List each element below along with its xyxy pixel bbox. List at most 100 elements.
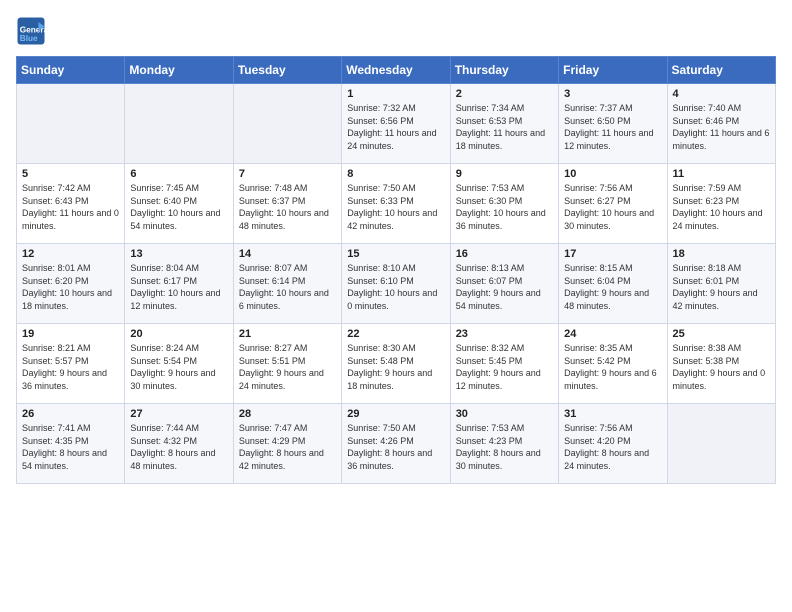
header-cell-wednesday: Wednesday	[342, 57, 450, 84]
day-cell: 12 Sunrise: 8:01 AMSunset: 6:20 PMDayligh…	[17, 244, 125, 324]
day-info: Sunrise: 8:01 AMSunset: 6:20 PMDaylight:…	[22, 262, 119, 312]
day-number: 7	[239, 168, 336, 180]
day-cell: 30Sunrise: 7:53 AMSunset: 4:23 PMDayligh…	[450, 404, 558, 484]
day-number: 5	[22, 168, 119, 180]
day-number: 13	[130, 248, 227, 260]
header-cell-monday: Monday	[125, 57, 233, 84]
day-number: 25	[673, 328, 770, 340]
day-info: Sunrise: 7:47 AMSunset: 4:29 PMDaylight:…	[239, 422, 336, 472]
day-cell: 18Sunrise: 8:18 AMSunset: 6:01 PMDayligh…	[667, 244, 775, 324]
day-number: 18	[673, 248, 770, 260]
day-cell: 5 Sunrise: 7:42 AMSunset: 6:43 PMDaylight…	[17, 164, 125, 244]
day-cell: 19Sunrise: 8:21 AMSunset: 5:57 PMDayligh…	[17, 324, 125, 404]
day-number: 22	[347, 328, 444, 340]
day-info: Sunrise: 7:53 AMSunset: 6:30 PMDaylight:…	[456, 182, 553, 232]
day-cell: 1 Sunrise: 7:32 AMSunset: 6:56 PMDaylight…	[342, 84, 450, 164]
day-cell: 10Sunrise: 7:56 AMSunset: 6:27 PMDayligh…	[559, 164, 667, 244]
svg-text:Blue: Blue	[20, 34, 38, 43]
day-number: 4	[673, 88, 770, 100]
day-cell: 3Sunrise: 7:37 AMSunset: 6:50 PMDaylight…	[559, 84, 667, 164]
day-number: 24	[564, 328, 661, 340]
day-number: 2	[456, 88, 553, 100]
day-cell: 2 Sunrise: 7:34 AMSunset: 6:53 PMDaylight…	[450, 84, 558, 164]
day-info: Sunrise: 7:59 AMSunset: 6:23 PMDaylight:…	[673, 182, 770, 232]
day-number: 29	[347, 408, 444, 420]
day-cell: 11Sunrise: 7:59 AMSunset: 6:23 PMDayligh…	[667, 164, 775, 244]
day-info: Sunrise: 7:41 AMSunset: 4:35 PMDaylight:…	[22, 422, 119, 472]
day-cell: 6 Sunrise: 7:45 AMSunset: 6:40 PMDaylight…	[125, 164, 233, 244]
day-cell: 17 Sunrise: 8:15 AMSunset: 6:04 PMDayligh…	[559, 244, 667, 324]
day-info: Sunrise: 7:34 AMSunset: 6:53 PMDaylight:…	[456, 102, 553, 152]
day-number: 19	[22, 328, 119, 340]
day-cell: 27 Sunrise: 7:44 AMSunset: 4:32 PMDayligh…	[125, 404, 233, 484]
day-cell: 24 Sunrise: 8:35 AMSunset: 5:42 PMDayligh…	[559, 324, 667, 404]
day-number: 27	[130, 408, 227, 420]
day-info: Sunrise: 8:35 AMSunset: 5:42 PMDaylight:…	[564, 342, 661, 392]
day-info: Sunrise: 7:45 AMSunset: 6:40 PMDaylight:…	[130, 182, 227, 232]
week-row-3: 19Sunrise: 8:21 AMSunset: 5:57 PMDayligh…	[17, 324, 776, 404]
day-number: 14	[239, 248, 336, 260]
day-number: 6	[130, 168, 227, 180]
day-number: 17	[564, 248, 661, 260]
day-number: 28	[239, 408, 336, 420]
week-row-1: 5 Sunrise: 7:42 AMSunset: 6:43 PMDaylight…	[17, 164, 776, 244]
calendar-table: SundayMondayTuesdayWednesdayThursdayFrid…	[16, 56, 776, 484]
day-info: Sunrise: 8:10 AMSunset: 6:10 PMDaylight:…	[347, 262, 444, 312]
day-info: Sunrise: 7:50 AMSunset: 6:33 PMDaylight:…	[347, 182, 444, 232]
day-number: 16	[456, 248, 553, 260]
day-cell	[667, 404, 775, 484]
day-info: Sunrise: 8:04 AMSunset: 6:17 PMDaylight:…	[130, 262, 227, 312]
day-info: Sunrise: 8:30 AMSunset: 5:48 PMDaylight:…	[347, 342, 444, 392]
day-info: Sunrise: 8:07 AMSunset: 6:14 PMDaylight:…	[239, 262, 336, 312]
day-cell: 23Sunrise: 8:32 AMSunset: 5:45 PMDayligh…	[450, 324, 558, 404]
page-container: General Blue SundayMondayTuesdayWednesda…	[0, 0, 792, 492]
day-cell: 31 Sunrise: 7:56 AMSunset: 4:20 PMDayligh…	[559, 404, 667, 484]
day-info: Sunrise: 7:48 AMSunset: 6:37 PMDaylight:…	[239, 182, 336, 232]
day-info: Sunrise: 7:32 AMSunset: 6:56 PMDaylight:…	[347, 102, 444, 152]
day-info: Sunrise: 8:13 AMSunset: 6:07 PMDaylight:…	[456, 262, 553, 312]
day-cell: 22 Sunrise: 8:30 AMSunset: 5:48 PMDayligh…	[342, 324, 450, 404]
day-number: 8	[347, 168, 444, 180]
day-cell: 14 Sunrise: 8:07 AMSunset: 6:14 PMDayligh…	[233, 244, 341, 324]
day-number: 12	[22, 248, 119, 260]
day-cell: 29Sunrise: 7:50 AMSunset: 4:26 PMDayligh…	[342, 404, 450, 484]
day-cell: 15 Sunrise: 8:10 AMSunset: 6:10 PMDayligh…	[342, 244, 450, 324]
day-info: Sunrise: 8:38 AMSunset: 5:38 PMDaylight:…	[673, 342, 770, 392]
day-number: 20	[130, 328, 227, 340]
calendar-body: 1 Sunrise: 7:32 AMSunset: 6:56 PMDaylight…	[17, 84, 776, 484]
header-cell-friday: Friday	[559, 57, 667, 84]
day-number: 21	[239, 328, 336, 340]
day-cell: 20 Sunrise: 8:24 AMSunset: 5:54 PMDayligh…	[125, 324, 233, 404]
header-cell-saturday: Saturday	[667, 57, 775, 84]
week-row-2: 12 Sunrise: 8:01 AMSunset: 6:20 PMDayligh…	[17, 244, 776, 324]
week-row-4: 26 Sunrise: 7:41 AMSunset: 4:35 PMDayligh…	[17, 404, 776, 484]
day-cell: 25 Sunrise: 8:38 AMSunset: 5:38 PMDayligh…	[667, 324, 775, 404]
day-info: Sunrise: 7:40 AMSunset: 6:46 PMDaylight:…	[673, 102, 770, 152]
day-cell: 9 Sunrise: 7:53 AMSunset: 6:30 PMDaylight…	[450, 164, 558, 244]
day-cell	[233, 84, 341, 164]
day-number: 23	[456, 328, 553, 340]
logo-icon: General Blue	[16, 16, 46, 46]
day-info: Sunrise: 8:15 AMSunset: 6:04 PMDaylight:…	[564, 262, 661, 312]
day-number: 1	[347, 88, 444, 100]
day-cell	[17, 84, 125, 164]
day-info: Sunrise: 8:27 AMSunset: 5:51 PMDaylight:…	[239, 342, 336, 392]
day-number: 9	[456, 168, 553, 180]
day-info: Sunrise: 7:56 AMSunset: 6:27 PMDaylight:…	[564, 182, 661, 232]
day-cell: 26 Sunrise: 7:41 AMSunset: 4:35 PMDayligh…	[17, 404, 125, 484]
day-cell: 7 Sunrise: 7:48 AMSunset: 6:37 PMDaylight…	[233, 164, 341, 244]
header-cell-sunday: Sunday	[17, 57, 125, 84]
day-number: 31	[564, 408, 661, 420]
header-cell-tuesday: Tuesday	[233, 57, 341, 84]
day-cell: 16 Sunrise: 8:13 AMSunset: 6:07 PMDayligh…	[450, 244, 558, 324]
calendar-header: SundayMondayTuesdayWednesdayThursdayFrid…	[17, 57, 776, 84]
day-info: Sunrise: 7:53 AMSunset: 4:23 PMDaylight:…	[456, 422, 553, 472]
day-info: Sunrise: 7:42 AMSunset: 6:43 PMDaylight:…	[22, 182, 119, 232]
logo: General Blue	[16, 16, 48, 46]
day-number: 26	[22, 408, 119, 420]
day-info: Sunrise: 8:24 AMSunset: 5:54 PMDaylight:…	[130, 342, 227, 392]
header-cell-thursday: Thursday	[450, 57, 558, 84]
day-info: Sunrise: 7:44 AMSunset: 4:32 PMDaylight:…	[130, 422, 227, 472]
day-info: Sunrise: 7:56 AMSunset: 4:20 PMDaylight:…	[564, 422, 661, 472]
day-number: 15	[347, 248, 444, 260]
